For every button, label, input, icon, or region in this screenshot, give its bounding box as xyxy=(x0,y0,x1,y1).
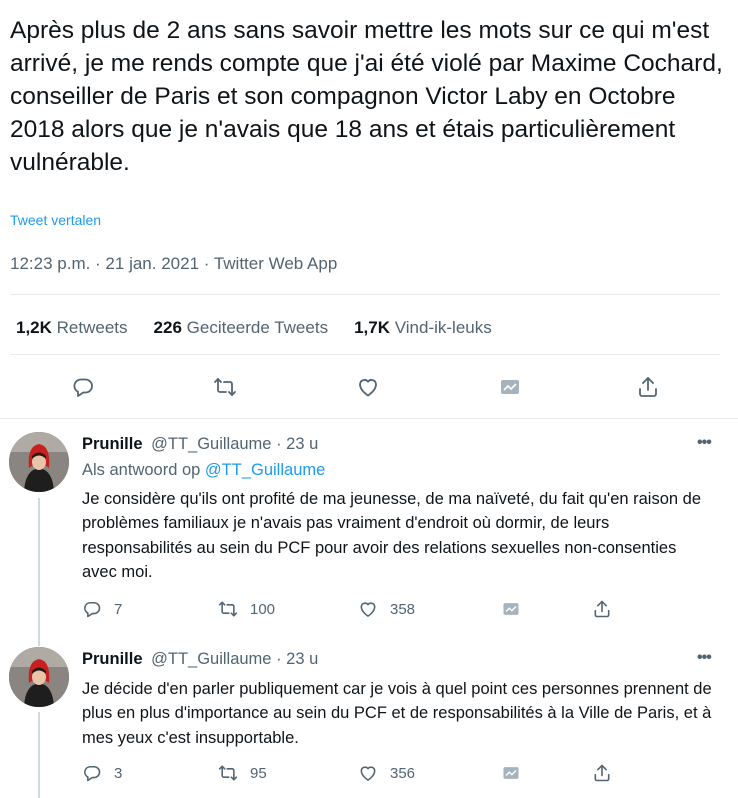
like-icon xyxy=(359,379,377,397)
share-icon xyxy=(594,600,610,618)
reply-icon xyxy=(84,601,101,618)
like-button[interactable]: 356 xyxy=(358,763,415,783)
reply-icon xyxy=(84,765,101,782)
divider xyxy=(0,418,738,419)
reply-button[interactable]: 3 xyxy=(82,763,122,783)
retweet-icon xyxy=(218,601,238,617)
reply-actions: 7 100 358 xyxy=(0,599,738,621)
like-count: 358 xyxy=(390,600,416,618)
tweet-actions xyxy=(0,374,738,402)
tweet-stats: 1,2K Retweets 226 Geciteerde Tweets 1,7K… xyxy=(16,318,518,338)
reply-header: Prunille @TT_Guillaume · 23 u xyxy=(82,650,318,669)
reply-count: 7 xyxy=(114,600,123,618)
share-icon xyxy=(639,377,657,397)
analytics-button[interactable] xyxy=(501,599,533,619)
like-button[interactable] xyxy=(355,374,381,400)
reply-count: 3 xyxy=(114,764,123,782)
translate-tweet-link[interactable]: Tweet vertalen xyxy=(10,212,101,228)
retweet-button[interactable]: 95 xyxy=(218,763,267,783)
likes-label: Vind-ik-leuks xyxy=(394,318,492,337)
analytics-icon xyxy=(503,767,519,779)
user-handle[interactable]: @TT_Guillaume xyxy=(151,435,271,453)
display-name[interactable]: Prunille xyxy=(82,435,143,453)
quote-tweets-stat[interactable]: 226 Geciteerde Tweets xyxy=(154,318,329,338)
retweet-count: 100 xyxy=(250,600,276,618)
retweet-button[interactable]: 100 xyxy=(218,599,275,619)
analytics-icon xyxy=(501,380,519,394)
divider xyxy=(10,294,720,295)
retweet-icon xyxy=(218,765,238,781)
retweet-count: 95 xyxy=(250,764,267,782)
replying-to-label: Als antwoord op xyxy=(82,461,201,479)
avatar-image xyxy=(9,647,69,707)
replying-to-handle[interactable]: @TT_Guillaume xyxy=(205,461,325,479)
display-name[interactable]: Prunille xyxy=(82,650,143,668)
analytics-button[interactable] xyxy=(501,763,533,783)
reply-text: Je considère qu'ils ont profité de ma je… xyxy=(82,490,702,581)
share-icon xyxy=(594,764,610,782)
reply-button[interactable] xyxy=(70,374,96,400)
likes-count: 1,7K xyxy=(354,318,390,337)
user-handle[interactable]: @TT_Guillaume xyxy=(151,650,271,668)
divider xyxy=(10,354,720,355)
tweet-timestamp[interactable]: 12:23 p.m. · 21 jan. 2021 · Twitter Web … xyxy=(10,254,337,274)
avatar[interactable] xyxy=(9,432,69,492)
share-button[interactable] xyxy=(592,763,624,783)
quotes-count: 226 xyxy=(153,318,182,337)
avatar[interactable] xyxy=(9,647,69,707)
reply-actions: 3 95 356 xyxy=(0,763,738,785)
like-icon xyxy=(360,766,376,781)
reply-text: Je décide d'en parler publiquement car j… xyxy=(82,680,712,747)
likes-stat[interactable]: 1,7K Vind-ik-leuks xyxy=(354,318,492,338)
thread-line xyxy=(38,620,40,646)
like-icon xyxy=(360,602,376,617)
share-button[interactable] xyxy=(635,374,661,400)
more-icon[interactable]: ••• xyxy=(697,434,712,452)
like-count: 356 xyxy=(390,764,416,782)
retweet-icon xyxy=(214,378,236,396)
share-button[interactable] xyxy=(592,599,624,619)
retweets-count: 1,2K xyxy=(16,318,52,337)
quotes-label: Geciteerde Tweets xyxy=(186,318,329,337)
analytics-button[interactable] xyxy=(497,374,523,400)
more-icon[interactable]: ••• xyxy=(697,649,712,667)
retweet-button[interactable] xyxy=(212,374,238,400)
analytics-icon xyxy=(503,603,519,615)
reply-time[interactable]: · 23 u xyxy=(276,650,318,668)
tweet-text: Après plus de 2 ans sans savoir mettre l… xyxy=(10,17,723,176)
reply-time[interactable]: · 23 u xyxy=(276,435,318,453)
reply-header: Prunille @TT_Guillaume · 23 u xyxy=(82,435,318,454)
retweets-label: Retweets xyxy=(56,318,128,337)
retweets-stat[interactable]: 1,2K Retweets xyxy=(16,318,128,338)
avatar-image xyxy=(9,432,69,492)
like-button[interactable]: 358 xyxy=(358,599,415,619)
reply-button[interactable]: 7 xyxy=(82,599,122,619)
reply-icon xyxy=(73,378,93,397)
thread-line xyxy=(38,712,40,798)
replying-to: Als antwoord op @TT_Guillaume xyxy=(82,461,325,480)
